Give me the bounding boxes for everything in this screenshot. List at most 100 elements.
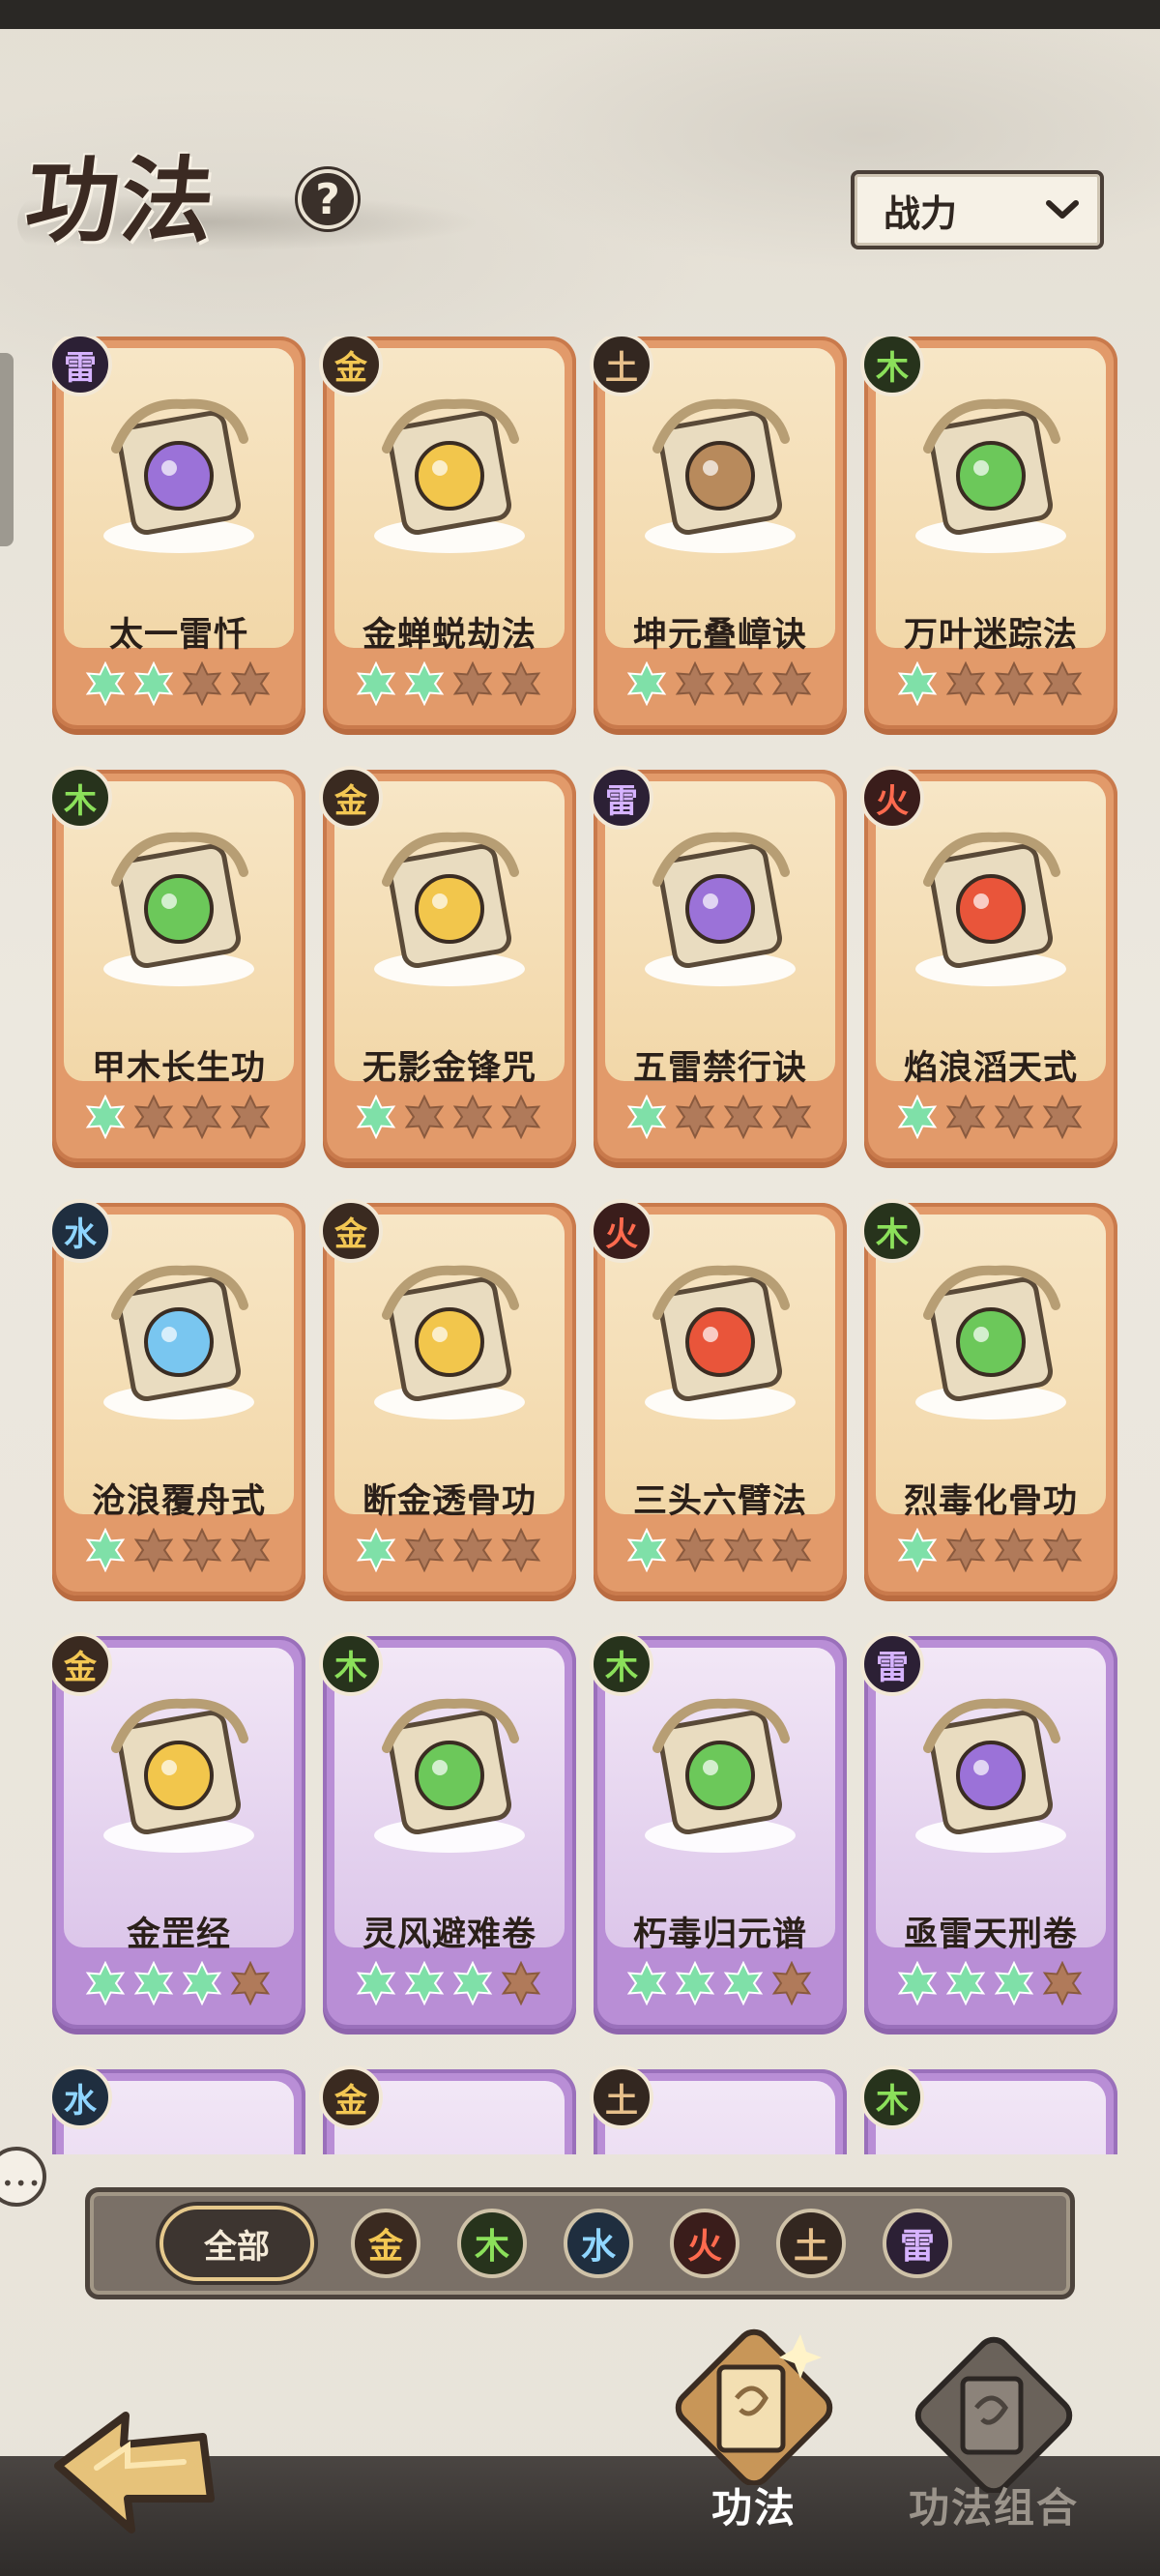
- star-empty-icon: [230, 1095, 271, 1139]
- poison-cloud-icon: [915, 1265, 1066, 1420]
- star-rating: [354, 1961, 543, 2005]
- skill-card[interactable]: 灵风避难卷 木: [319, 1632, 576, 2029]
- gold-fist-icon: [374, 1265, 525, 1420]
- skill-name: 三头六臂法: [632, 1482, 807, 1521]
- green-leaf-icon: [374, 1698, 525, 1853]
- filter-element-button[interactable]: 火: [670, 2209, 740, 2278]
- skill-card[interactable]: 金罡经金: [52, 1632, 305, 2029]
- skill-card[interactable]: 太一雷忏雷: [52, 337, 305, 729]
- star-rating: [83, 661, 273, 706]
- star-empty-icon: [452, 1095, 493, 1139]
- skill-scroll-icon: [675, 2328, 833, 2485]
- star-empty-icon: [230, 1961, 271, 2005]
- skill-card[interactable]: 无影金锋咒 金: [319, 766, 576, 1162]
- status-bar: [0, 0, 1160, 29]
- star-filled-icon: [897, 1095, 938, 1139]
- back-arrow-button[interactable]: [39, 2398, 232, 2543]
- skill-card[interactable]: 金蝉蜕劫法金: [319, 337, 576, 729]
- purple-lightning-icon: [915, 1698, 1066, 1853]
- thunder-seal-icon: [645, 832, 796, 986]
- star-filled-icon: [85, 1961, 126, 2005]
- filter-element-button[interactable]: 雷: [883, 2209, 952, 2278]
- filter-element-button[interactable]: 土: [776, 2209, 846, 2278]
- skill-card-art-frame: 坤元叠嶂诀: [605, 348, 835, 655]
- skill-card[interactable]: 土: [590, 2065, 847, 2154]
- star-empty-icon: [994, 1528, 1034, 1572]
- skill-name: 金蝉蜕劫法: [362, 616, 536, 655]
- page-header: 功法 ?: [17, 116, 481, 261]
- skill-card[interactable]: 朽毒归元谱 木: [590, 1632, 847, 2029]
- star-rating: [83, 1961, 273, 2005]
- star-empty-icon: [723, 1095, 764, 1139]
- star-filled-icon: [356, 661, 396, 706]
- star-rating: [624, 1528, 814, 1572]
- star-empty-icon: [133, 1528, 174, 1572]
- skill-card[interactable]: 三头六臂法 火: [590, 1199, 847, 1595]
- filter-element-button[interactable]: 水: [564, 2209, 633, 2278]
- star-empty-icon: [771, 661, 812, 706]
- skill-card[interactable]: 坤元叠嶂诀土: [590, 337, 847, 729]
- skill-combo-icon: [914, 2336, 1073, 2493]
- star-filled-icon: [404, 661, 445, 706]
- skill-card-art-frame: 甲木长生功: [64, 781, 294, 1088]
- skill-card[interactable]: 断金透骨功 金: [319, 1199, 576, 1595]
- star-filled-icon: [182, 1961, 222, 2005]
- element-badge: 雷: [590, 766, 653, 830]
- skill-card-art-frame: 断金透骨功: [334, 1215, 565, 1521]
- skill-card[interactable]: 水: [52, 2065, 305, 2154]
- star-empty-icon: [675, 661, 715, 706]
- star-rating: [354, 1528, 543, 1572]
- skill-card[interactable]: 沧浪覆舟式水: [52, 1199, 305, 1595]
- skill-card[interactable]: 五雷禁行诀 雷: [590, 766, 847, 1162]
- skill-name: 焰浪滔天式: [903, 1049, 1078, 1088]
- tab-skill-combos[interactable]: 功法组合: [878, 2321, 1110, 2576]
- skill-card[interactable]: 金: [319, 2065, 576, 2154]
- element-badge: 火: [860, 766, 924, 830]
- star-empty-icon: [1042, 1528, 1083, 1572]
- skill-card[interactable]: 万叶迷踪法木: [860, 337, 1117, 729]
- tab-skills[interactable]: 功法: [638, 2321, 870, 2576]
- skill-name: 断金透骨功: [362, 1482, 536, 1521]
- star-empty-icon: [230, 1528, 271, 1572]
- star-filled-icon: [356, 1095, 396, 1139]
- star-filled-icon: [356, 1528, 396, 1572]
- filter-all-button[interactable]: 全部: [160, 2206, 314, 2281]
- skills-screen: 功法 ? 战力 太一雷忏雷金蝉蜕劫法金坤元叠嶂诀土万叶迷踪法木甲木长生功木无影金…: [0, 0, 1160, 2576]
- skill-card[interactable]: 甲木长生功木: [52, 766, 305, 1162]
- side-drawer-handle[interactable]: [0, 353, 14, 546]
- filter-element-button[interactable]: 金: [351, 2209, 420, 2278]
- skill-card-art-frame: 灵风避难卷: [334, 1648, 565, 1954]
- skill-card[interactable]: 焰浪滔天式 火: [860, 766, 1117, 1162]
- star-rating: [83, 1528, 273, 1572]
- element-badge: 金: [319, 1199, 383, 1263]
- star-empty-icon: [1042, 661, 1083, 706]
- element-filter-group: 金木水火土雷: [351, 2209, 952, 2278]
- skill-name: 灵风避难卷: [362, 1916, 536, 1954]
- skill-card-art-frame: 无影金锋咒: [334, 781, 565, 1088]
- gold-arrows-icon: [103, 1698, 254, 1853]
- star-empty-icon: [404, 1095, 445, 1139]
- star-empty-icon: [452, 661, 493, 706]
- element-filter-bar: 全部 金木水火土雷: [85, 2187, 1075, 2299]
- page-title: 功法: [20, 146, 222, 255]
- flame-wave-icon: [915, 832, 1066, 986]
- chat-bubble-button[interactable]: •••: [0, 2147, 46, 2207]
- skill-name: 五雷禁行诀: [632, 1049, 807, 1088]
- skill-card[interactable]: 亟雷天刑卷 雷: [860, 1632, 1117, 2029]
- star-empty-icon: [723, 661, 764, 706]
- water-arrows-icon: [103, 1265, 254, 1420]
- help-button[interactable]: ?: [298, 169, 358, 229]
- skill-card[interactable]: 烈毒化骨功 木: [860, 1199, 1117, 1595]
- skill-name: 金罡经: [126, 1916, 231, 1954]
- star-filled-icon: [626, 661, 667, 706]
- skill-name: 朽毒归元谱: [632, 1916, 807, 1954]
- sort-dropdown[interactable]: 战力: [851, 170, 1104, 249]
- star-empty-icon: [675, 1528, 715, 1572]
- star-rating: [895, 661, 1085, 706]
- star-empty-icon: [945, 1095, 986, 1139]
- filter-element-button[interactable]: 木: [457, 2209, 527, 2278]
- star-empty-icon: [994, 661, 1034, 706]
- star-filled-icon: [133, 661, 174, 706]
- skill-card[interactable]: 木: [860, 2065, 1117, 2154]
- skill-card-art-frame: 万叶迷踪法: [876, 348, 1106, 655]
